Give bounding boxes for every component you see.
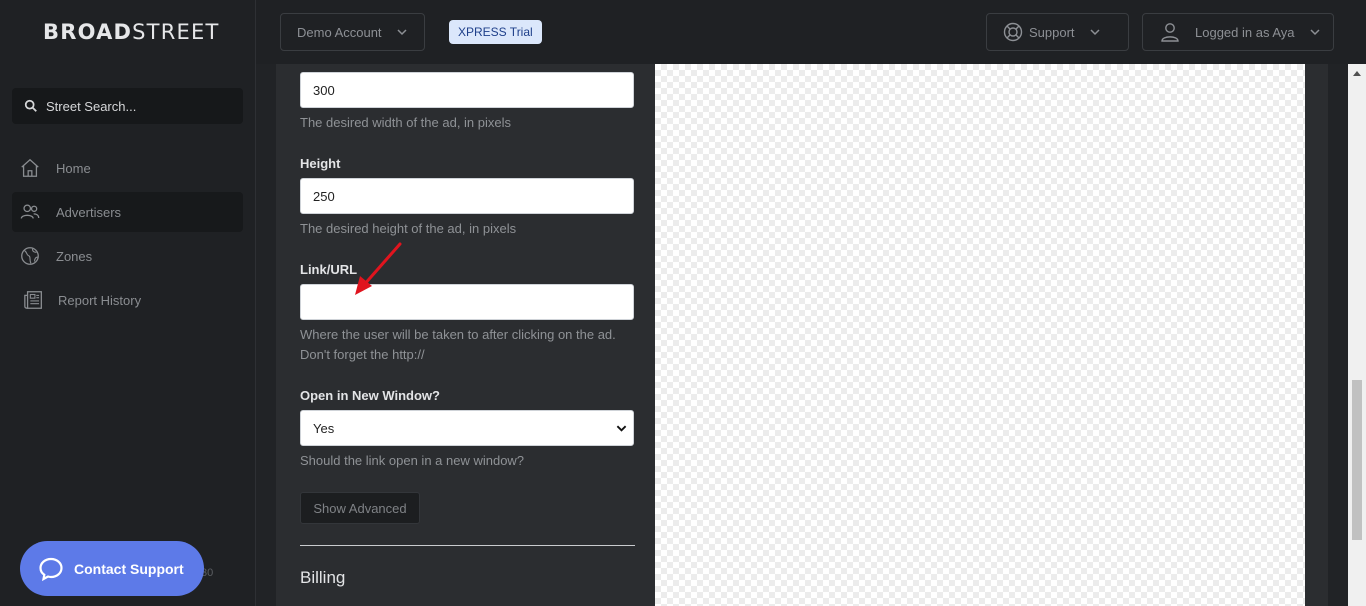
sidebar: BROADSTREET Street Search... Home Advert… (0, 0, 256, 606)
contact-support-button[interactable]: Contact Support (20, 541, 204, 596)
link-url-help-line-2: Don't forget the http:// (300, 347, 425, 362)
height-label: Height (300, 156, 341, 171)
brand-logo[interactable]: BROADSTREET (43, 20, 219, 44)
chevron-down-icon (1309, 29, 1320, 36)
new-window-help-text: Should the link open in a new window? (300, 453, 525, 468)
link-url-input[interactable] (300, 284, 634, 320)
section-divider (300, 545, 635, 546)
scrollbar-thumb[interactable] (1352, 380, 1362, 540)
sidebar-item-advertisers[interactable]: Advertisers (12, 192, 243, 232)
chevron-down-icon (397, 29, 407, 36)
chevron-down-icon (1090, 29, 1100, 36)
home-icon (21, 158, 39, 177)
lifebuoy-icon (1003, 22, 1023, 42)
street-search[interactable]: Street Search... (12, 88, 243, 124)
link-url-help-line-1: Where the user will be taken to after cl… (300, 327, 616, 342)
user-label: Logged in as Aya (1195, 24, 1295, 40)
triangle-up-icon (1353, 71, 1361, 76)
globe-icon (21, 247, 39, 265)
sidebar-item-home[interactable]: Home (12, 148, 243, 188)
sidebar-item-label: Home (56, 160, 91, 176)
support-label: Support (1029, 24, 1075, 40)
preview-gutter (1305, 64, 1328, 606)
users-icon (20, 204, 40, 219)
user-icon (1161, 23, 1179, 42)
newspaper-icon (24, 291, 42, 309)
ad-form-panel: 300 The desired width of the ad, in pixe… (276, 64, 655, 606)
chat-bubble-icon (39, 557, 63, 581)
scroll-up-arrow[interactable] (1348, 64, 1366, 82)
height-input[interactable]: 250 (300, 178, 634, 214)
account-dropdown[interactable]: Demo Account (280, 13, 425, 51)
link-url-help-text: Where the user will be taken to after cl… (300, 325, 640, 365)
account-label: Demo Account (297, 24, 382, 40)
new-window-label: Open in New Window? (300, 388, 440, 403)
new-window-select[interactable]: Yes (300, 410, 634, 446)
sidebar-item-label: Report History (58, 292, 142, 308)
height-help-text: The desired height of the ad, in pixels (300, 221, 517, 236)
search-placeholder: Street Search... (46, 98, 137, 114)
contact-support-label: Contact Support (74, 560, 184, 577)
trial-badge: XPRESS Trial (449, 20, 542, 44)
support-dropdown[interactable]: Support (986, 13, 1129, 51)
sidebar-item-zones[interactable]: Zones (12, 236, 243, 276)
width-help-text: The desired width of the ad, in pixels (300, 115, 512, 130)
sidebar-item-label: Advertisers (56, 204, 122, 220)
ad-preview-canvas (655, 64, 1305, 606)
new-window-selected-value: Yes (313, 420, 335, 436)
link-url-label: Link/URL (300, 262, 358, 277)
billing-heading: Billing (300, 568, 346, 587)
search-icon (24, 99, 37, 112)
user-menu-dropdown[interactable]: Logged in as Aya (1142, 13, 1334, 51)
top-bar: Demo Account XPRESS Trial Support Logged… (256, 0, 1366, 64)
page-scrollbar[interactable] (1348, 64, 1366, 606)
width-input[interactable]: 300 (300, 72, 634, 108)
sidebar-item-report-history[interactable]: Report History (12, 280, 243, 320)
sidebar-item-label: Zones (56, 248, 93, 264)
chevron-down-icon (616, 425, 627, 432)
show-advanced-button[interactable]: Show Advanced (300, 492, 420, 524)
